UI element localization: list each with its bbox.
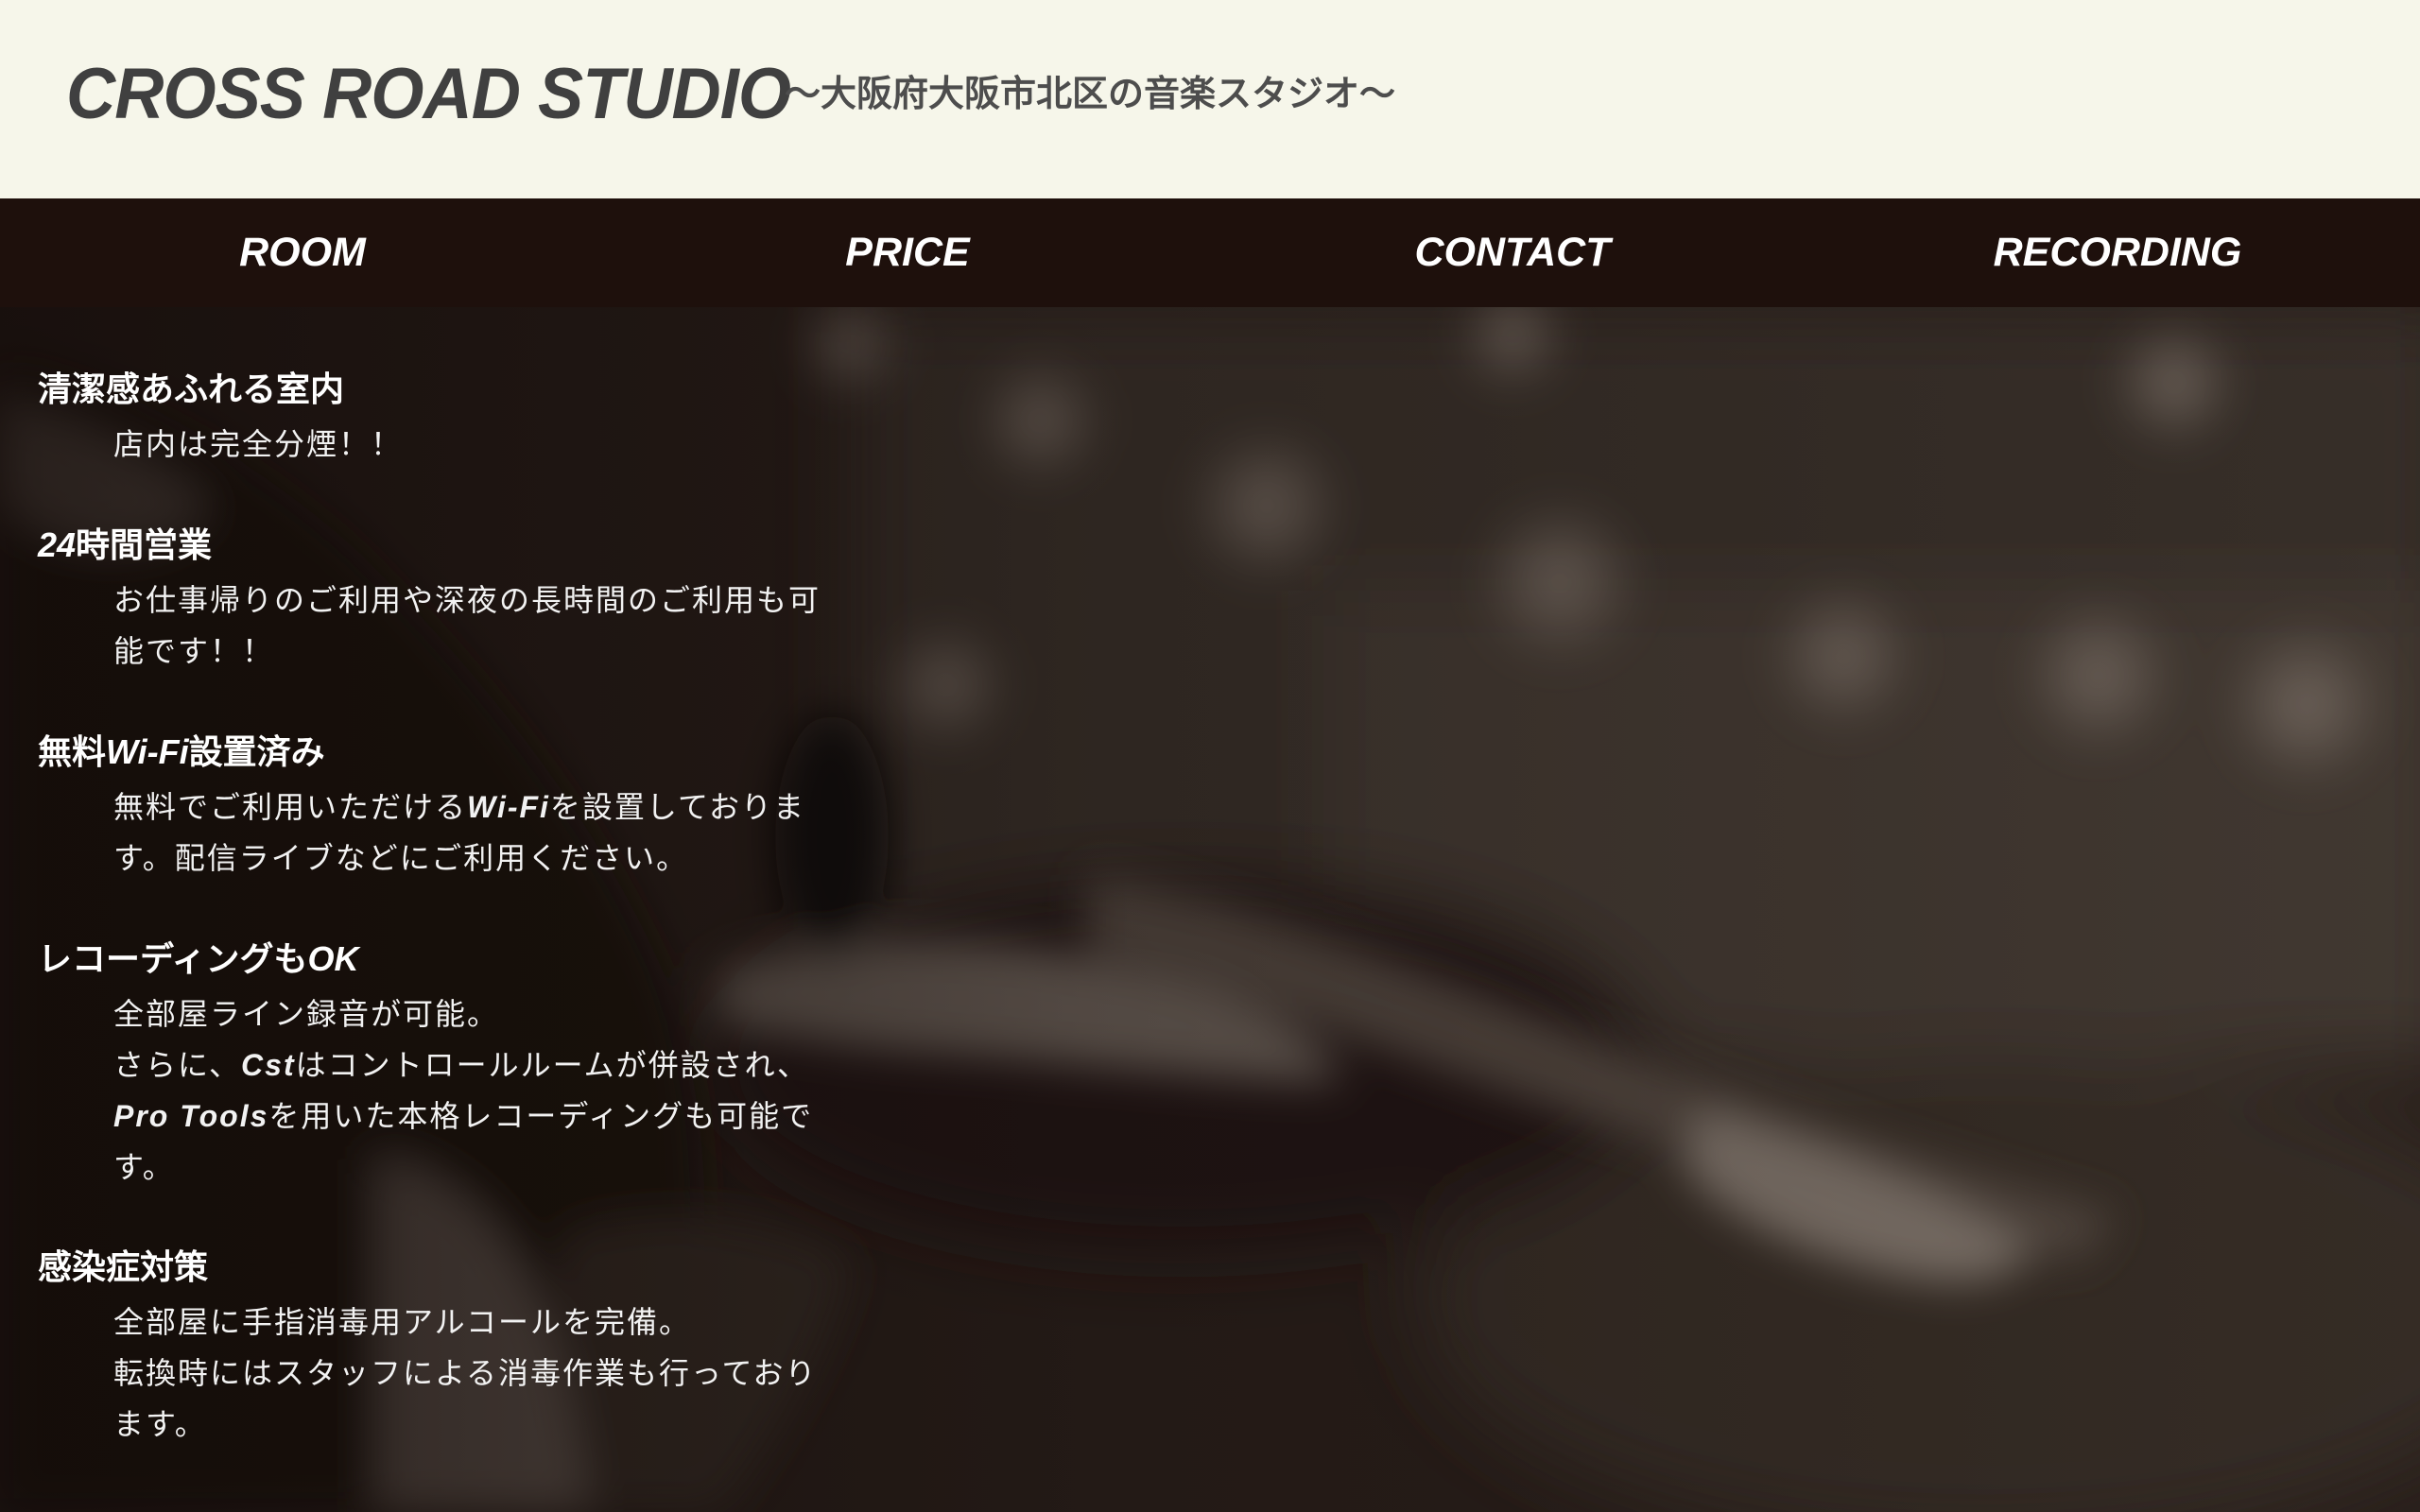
feature-title-latin: OK xyxy=(307,939,359,978)
feature-body: 全部屋ライン録音が可能。 さらに、Cstはコントロールルームが併設され、 Pro… xyxy=(38,988,813,1193)
feature-title: 清潔感あふれる室内 xyxy=(38,370,345,409)
feature-text: 能です！！ xyxy=(113,633,275,669)
feature-text: す。配信ライブなどにご利用ください。 xyxy=(113,840,689,876)
feature-text: 転換時にはスタッフによる消毒作業も行っており xyxy=(113,1355,818,1391)
feature-title-text: 設置済み xyxy=(188,733,325,772)
feature-body: お仕事帰りのご利用や深夜の長時間のご利用も可 能です！！ xyxy=(38,575,821,677)
feature-24-hours: 24時間営業 お仕事帰りのご利用や深夜の長時間のご利用も可 能です！！ xyxy=(38,519,821,677)
feature-text: 無料でご利用いただけるWi-Fiを設置しておりま xyxy=(113,782,813,833)
feature-text-part: さらに、 xyxy=(113,1047,242,1083)
feature-list: 清潔感あふれる室内 店内は完全分煙！！ 24時間営業 お仕事帰りのご利用や深夜の… xyxy=(38,364,821,1499)
feature-text: 店内は完全分煙！！ xyxy=(113,426,404,462)
feature-text: 全部屋ライン録音が可能。 xyxy=(113,996,500,1032)
feature-clean-rooms: 清潔感あふれる室内 店内は完全分煙！！ xyxy=(38,364,813,470)
feature-text: Pro Toolsを用いた本格レコーディングも可能で xyxy=(113,1091,813,1142)
feature-title: レコーディングもOK xyxy=(38,933,813,987)
feature-text-part: を用いた本格レコーディングも可能で xyxy=(268,1098,814,1134)
feature-text-part: はコントロールルームが併設され、 xyxy=(295,1047,809,1083)
feature-title-text: レコーディングも xyxy=(38,940,308,979)
nav-price-link[interactable]: PRICE xyxy=(605,198,1210,307)
site-logo[interactable]: CROSS ROAD STUDIO xyxy=(66,59,791,130)
feature-infection-control: 感染症対策 全部屋に手指消毒用アルコールを完備。 転換時にはスタッフによる消毒作… xyxy=(38,1242,818,1450)
nav-room-link[interactable]: ROOM xyxy=(0,198,605,307)
feature-text: ます。 xyxy=(113,1406,207,1442)
nav-recording-link[interactable]: RECORDING xyxy=(1815,198,2420,307)
feature-body: 全部屋に手指消毒用アルコールを完備。 転換時にはスタッフによる消毒作業も行ってお… xyxy=(38,1297,818,1450)
main-nav: ROOM PRICE CONTACT RECORDING xyxy=(0,198,2420,307)
feature-text-latin: Cst xyxy=(241,1048,296,1082)
site-tagline: 〜大阪府大阪市北区の音楽スタジオ〜 xyxy=(785,73,1396,114)
feature-body: 無料でご利用いただけるWi-Fiを設置しておりま す。配信ライブなどにご利用くだ… xyxy=(38,782,813,884)
feature-text-part: を設置しておりま xyxy=(549,789,806,825)
feature-body: 店内は完全分煙！！ xyxy=(38,419,813,470)
feature-text: す。 xyxy=(113,1149,175,1185)
feature-text-part: 無料でご利用いただける xyxy=(113,789,468,825)
feature-title: 無料Wi-Fi設置済み xyxy=(38,726,813,780)
feature-title: 24時間営業 xyxy=(38,519,813,573)
feature-text: さらに、Cstはコントロールルームが併設され、 xyxy=(113,1040,813,1091)
feature-title-text: 無料 xyxy=(38,733,107,772)
site-header: CROSS ROAD STUDIO 〜大阪府大阪市北区の音楽スタジオ〜 xyxy=(0,0,2420,198)
feature-text: 全部屋に手指消毒用アルコールを完備。 xyxy=(113,1304,692,1340)
feature-text: お仕事帰りのご利用や深夜の長時間のご利用も可 xyxy=(113,582,821,618)
nav-contact-link[interactable]: CONTACT xyxy=(1210,198,1815,307)
feature-recording-ok: レコーディングもOK 全部屋ライン録音が可能。 さらに、Cstはコントロールルー… xyxy=(38,933,813,1193)
feature-text-latin: Pro Tools xyxy=(113,1099,269,1133)
feature-title-text: 時間営業 xyxy=(76,526,213,565)
feature-text-latin: Wi-Fi xyxy=(467,790,550,824)
feature-free-wifi: 無料Wi-Fi設置済み 無料でご利用いただけるWi-Fiを設置しておりま す。配… xyxy=(38,726,813,884)
feature-title-latin: 24 xyxy=(38,525,77,564)
feature-title: 感染症対策 xyxy=(38,1248,209,1287)
feature-title-latin: Wi-Fi xyxy=(106,732,189,771)
